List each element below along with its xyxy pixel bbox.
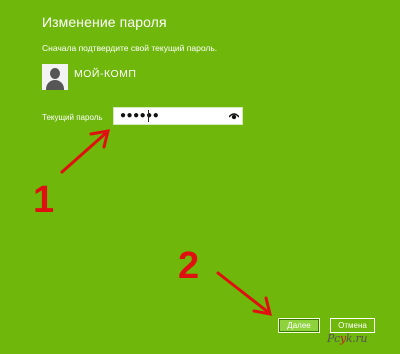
step-1-label: 1 [33,179,54,221]
change-password-dialog: Изменение пароля Сначала подтвердите сво… [0,0,400,354]
watermark-part-1: Pc [327,332,340,345]
arrow-2-icon [216,271,273,316]
step-2-label: 2 [178,245,199,287]
arrow-1-icon [60,129,111,174]
tutorial-annotations: 1 2 [33,129,273,316]
watermark: Pcyk.ru [327,332,368,345]
watermark-part-3: k.ru [345,332,368,345]
